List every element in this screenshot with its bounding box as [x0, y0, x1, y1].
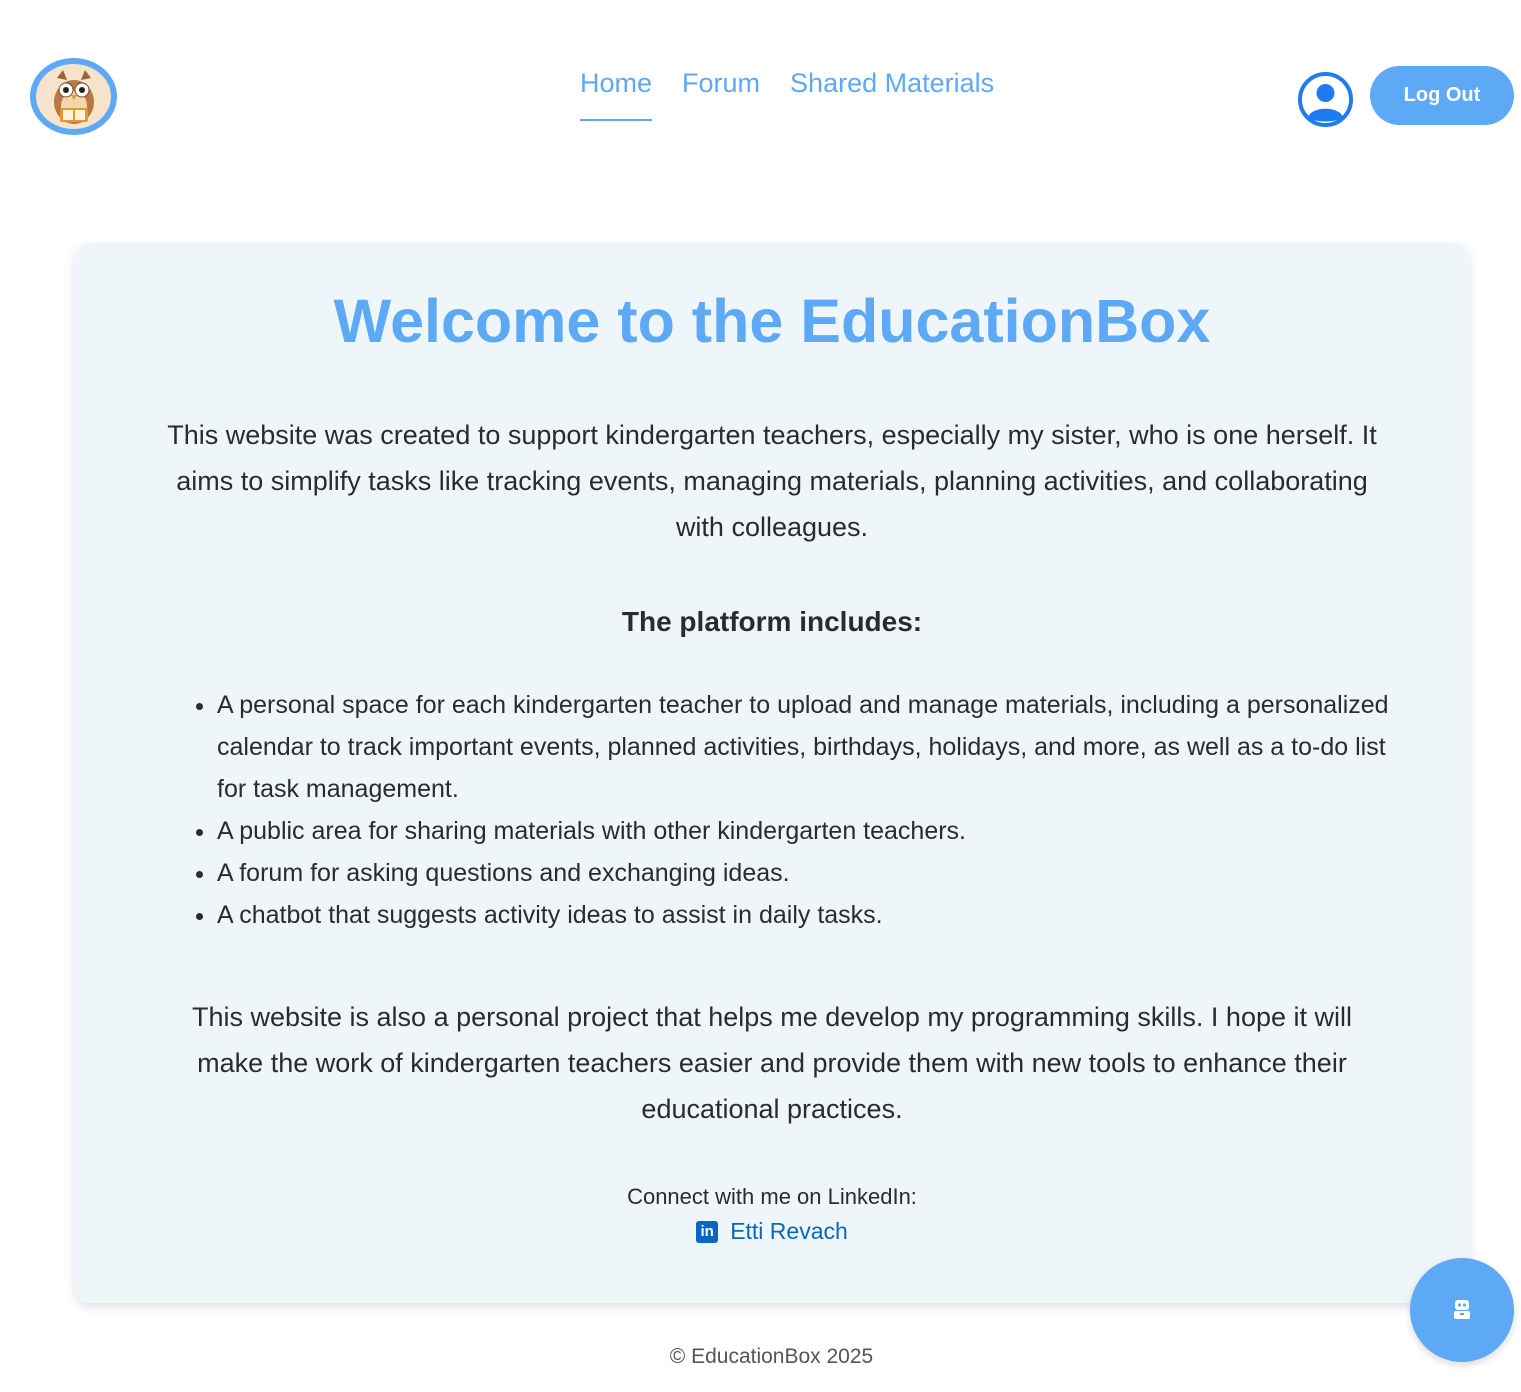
logout-button[interactable]: Log Out — [1370, 66, 1514, 125]
feature-item: A personal space for each kindergarten t… — [217, 684, 1408, 810]
intro-paragraph: This website was created to support kind… — [167, 420, 1377, 542]
feature-list: A personal space for each kindergarten t… — [178, 684, 1408, 936]
owl-reading-book-icon — [36, 64, 111, 129]
chatbot-button[interactable] — [1410, 1258, 1514, 1362]
footer-copyright: © EducationBox 2025 — [669, 1345, 874, 1368]
platform-includes-heading: The platform includes: — [621, 606, 923, 637]
robot-icon — [1452, 1298, 1472, 1323]
feature-item: A chatbot that suggests activity ideas t… — [217, 894, 1408, 936]
connect-label: Connect with me on LinkedIn: — [627, 1184, 917, 1209]
linkedin-name: Etti Revach — [730, 1218, 848, 1244]
feature-item: A public area for sharing materials with… — [217, 810, 1408, 852]
feature-item: A forum for asking questions and exchang… — [217, 852, 1408, 894]
header: Home Forum Shared Materials Log Out — [0, 0, 1521, 170]
nav-shared-materials-link[interactable]: Shared Materials — [790, 68, 994, 121]
linkedin-link[interactable]: in Etti Revach — [74, 1218, 1470, 1245]
nav-forum-link[interactable]: Forum — [682, 68, 760, 121]
page-title: Welcome to the EducationBox — [333, 287, 1211, 355]
linkedin-icon: in — [696, 1220, 719, 1243]
nav-home-link[interactable]: Home — [580, 68, 653, 121]
site-logo[interactable] — [30, 58, 117, 135]
user-circle-icon[interactable] — [1297, 71, 1354, 128]
outro-paragraph: This website is also a personal project … — [191, 1002, 1352, 1124]
main-nav: Home Forum Shared Materials — [580, 68, 994, 121]
